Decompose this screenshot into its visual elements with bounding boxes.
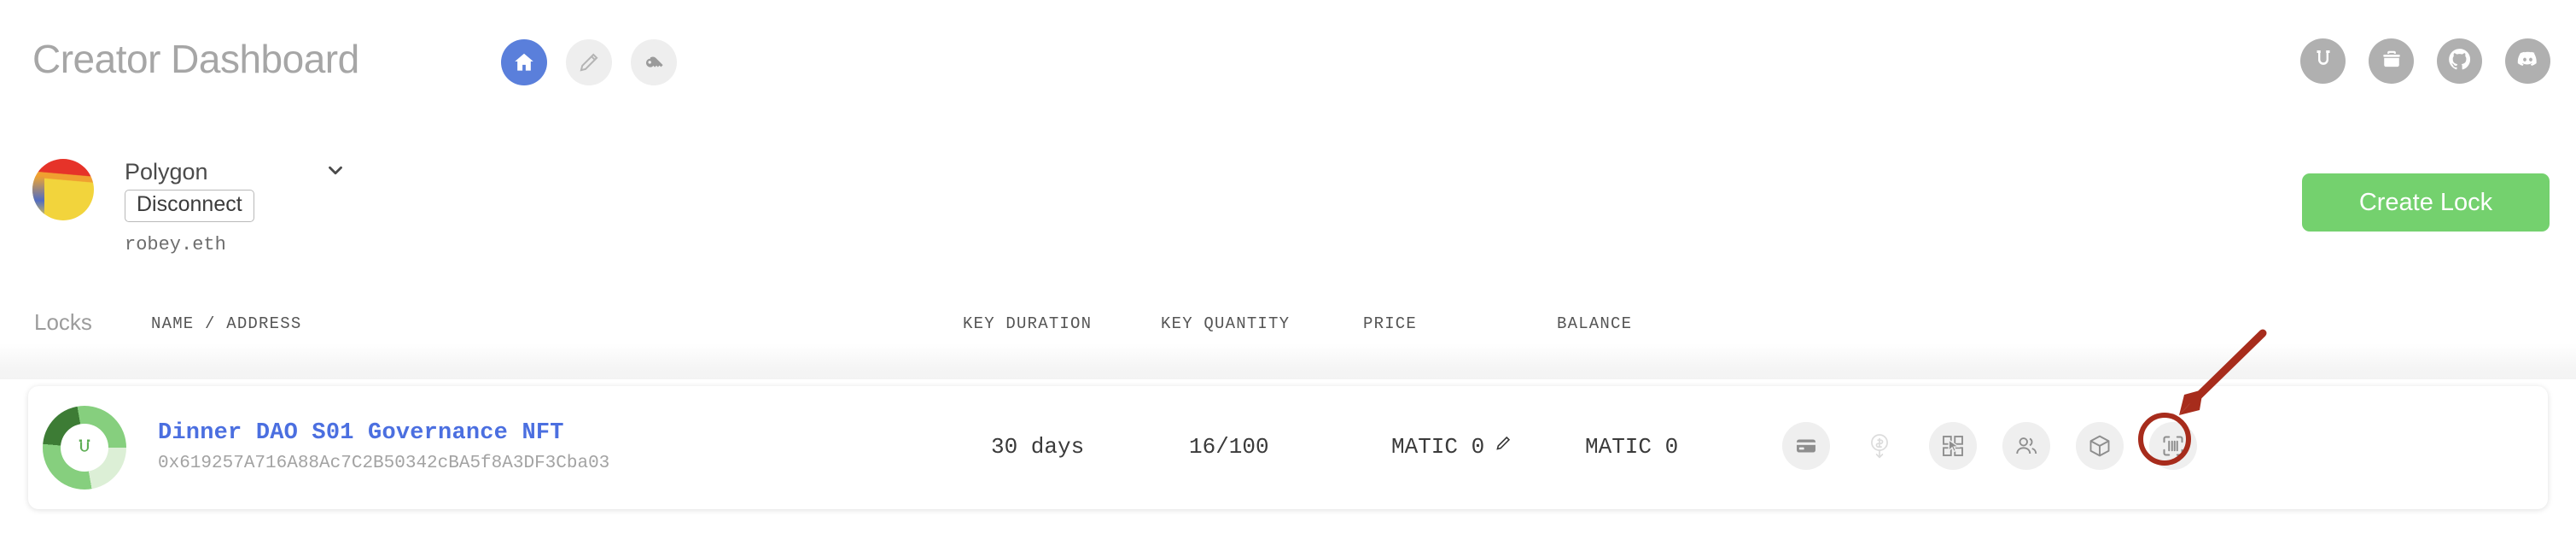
account-details: Polygon Disconnect robey.eth [125,159,347,255]
unlock-logo-icon [2311,46,2336,76]
primary-nav [501,39,677,85]
column-header-key-quantity: KEY QUANTITY [1161,314,1291,333]
nav-keys-button[interactable] [631,39,677,85]
key-icon [642,50,666,74]
network-name: Polygon [125,159,208,185]
locks-section-label: Locks [34,309,92,335]
column-header-name-address: NAME / ADDRESS [151,314,302,333]
column-header-key-duration: KEY DURATION [963,314,1093,333]
cell-balance: MATIC 0 [1585,434,1679,460]
column-header-balance: BALANCE [1557,314,1633,333]
discord-icon [2515,46,2541,77]
nav-editor-button[interactable] [566,39,612,85]
github-icon [2446,46,2473,77]
social-links [2300,38,2550,84]
creator-dashboard-page: Creator Dashboard Polygon Disconnect rob… [0,0,2576,557]
withdraw-icon[interactable] [1856,422,1903,470]
demo-app-icon[interactable] [1929,422,1977,470]
members-icon[interactable] [2002,422,2050,470]
column-header-price: PRICE [1363,314,1418,333]
account-section: Polygon Disconnect robey.eth [32,159,347,255]
explorer-cube-icon[interactable] [2076,422,2124,470]
ens-name: robey.eth [125,233,226,255]
discord-button[interactable] [2505,38,2550,84]
lock-avatar-icon [43,406,126,490]
pencil-icon [577,50,601,74]
price-value: MATIC 0 [1391,434,1485,460]
jobs-button[interactable] [2369,38,2414,84]
page-header: Creator Dashboard [0,0,2576,128]
lock-name-link[interactable]: Dinner DAO S01 Governance NFT [158,420,564,446]
home-icon [512,50,536,74]
cell-key-quantity: 16/100 [1189,434,1269,460]
briefcase-icon [2379,46,2404,76]
chevron-down-icon[interactable] [324,159,347,185]
credit-card-icon[interactable] [1782,422,1830,470]
cell-price: MATIC 0 [1391,434,1512,460]
nav-home-button[interactable] [501,39,547,85]
page-title: Creator Dashboard [32,37,359,81]
unlock-logo-button[interactable] [2300,38,2346,84]
table-row[interactable]: Dinner DAO S01 Governance NFT 0x619257A7… [28,386,2548,509]
disconnect-button[interactable]: Disconnect [125,190,254,222]
edit-price-pencil-icon[interactable] [1494,434,1512,460]
network-selector[interactable]: Polygon [125,159,347,185]
github-button[interactable] [2437,38,2482,84]
table-header-band [0,343,2576,379]
cell-key-duration: 30 days [991,434,1085,460]
row-actions [1782,422,2197,470]
create-lock-button[interactable]: Create Lock [2302,173,2550,232]
barcode-scanner-icon[interactable] [2149,422,2197,470]
avatar [32,159,94,220]
lock-address: 0x619257A716A88Ac7C2B50342cBA5f8A3DF3Cba… [158,454,610,473]
